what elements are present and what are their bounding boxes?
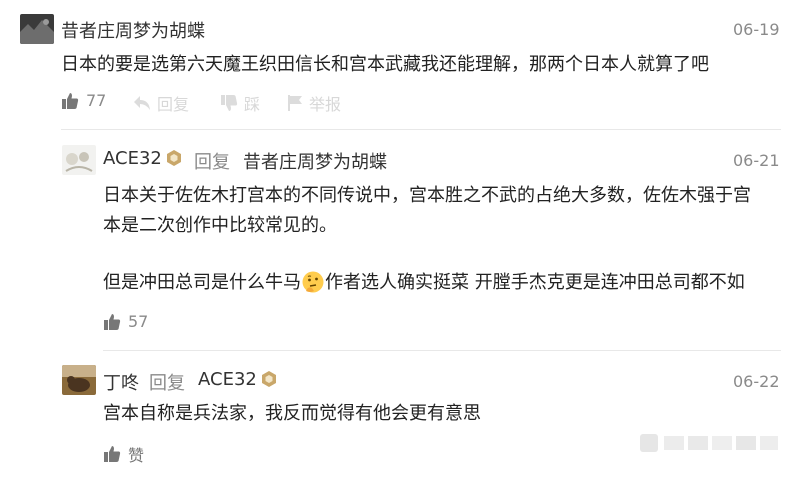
- reply-word: 回复: [194, 152, 230, 173]
- comment-date: 06-19: [733, 20, 780, 39]
- comment-author[interactable]: 丁咚: [103, 369, 139, 395]
- report-button[interactable]: 举报: [287, 91, 341, 115]
- thumbs-up-icon: [104, 446, 121, 462]
- comment-text: 宫本自称是兵法家，我反而觉得有他会更有意思: [103, 403, 481, 424]
- dislike-label: 踩: [244, 95, 261, 114]
- reply-to-user[interactable]: ACE32: [198, 369, 257, 390]
- like-count: 57: [128, 312, 149, 331]
- thinking-face-emoji: [301, 270, 325, 304]
- like-label: 赞: [128, 446, 145, 465]
- thumbs-up-icon: [104, 313, 121, 330]
- reply-arrow-icon: [134, 96, 150, 110]
- like-button[interactable]: 57: [103, 312, 148, 331]
- comment-text: 日本关于佐佐木打宫本的不同传说中，宫本胜之不武的占绝大多数，佐佐木强于宫: [103, 185, 751, 206]
- comment-text-segment: 作者选人确实挺菜 开膛手杰克更是连冲田总司都不如: [325, 272, 745, 293]
- comment-date: 06-21: [733, 151, 780, 170]
- comment-date: 06-22: [733, 372, 780, 391]
- reply-button[interactable]: 回复: [133, 91, 189, 115]
- avatar[interactable]: [20, 14, 54, 44]
- flag-icon: [288, 95, 302, 111]
- reply-to-user[interactable]: 昔者庄周梦为胡蝶: [243, 148, 387, 174]
- thumbs-up-icon: [62, 92, 79, 109]
- like-count: 77: [86, 91, 107, 110]
- comment-author[interactable]: ACE32: [103, 148, 162, 169]
- comment-text-segment: 但是冲田总司是什么牛马: [103, 272, 301, 293]
- divider: [103, 350, 781, 351]
- comment-text: 但是冲田总司是什么牛马 作者选人确实挺菜 开膛手杰克更是连冲田总司都不如: [103, 268, 745, 304]
- level-badge-icon: [260, 370, 278, 392]
- comment-text: 本是二次创作中比较常见的。: [103, 215, 337, 236]
- reply-word: 回复: [149, 373, 185, 394]
- level-badge-icon: [165, 149, 183, 171]
- report-label: 举报: [309, 95, 342, 114]
- dislike-button[interactable]: 踩: [220, 91, 260, 115]
- comment-author[interactable]: 昔者庄周梦为胡蝶: [61, 17, 205, 43]
- avatar[interactable]: [62, 145, 96, 175]
- like-button[interactable]: 赞: [103, 442, 144, 466]
- thumbs-down-icon: [221, 95, 238, 111]
- avatar[interactable]: [62, 365, 96, 395]
- divider: [61, 129, 781, 130]
- like-button[interactable]: 77: [61, 91, 106, 110]
- comment-text: 日本的要是选第六天魔王织田信长和宫本武藏我还能理解，那两个日本人就算了吧: [61, 54, 709, 75]
- watermark: [640, 428, 780, 460]
- reply-label: 回复: [157, 95, 190, 114]
